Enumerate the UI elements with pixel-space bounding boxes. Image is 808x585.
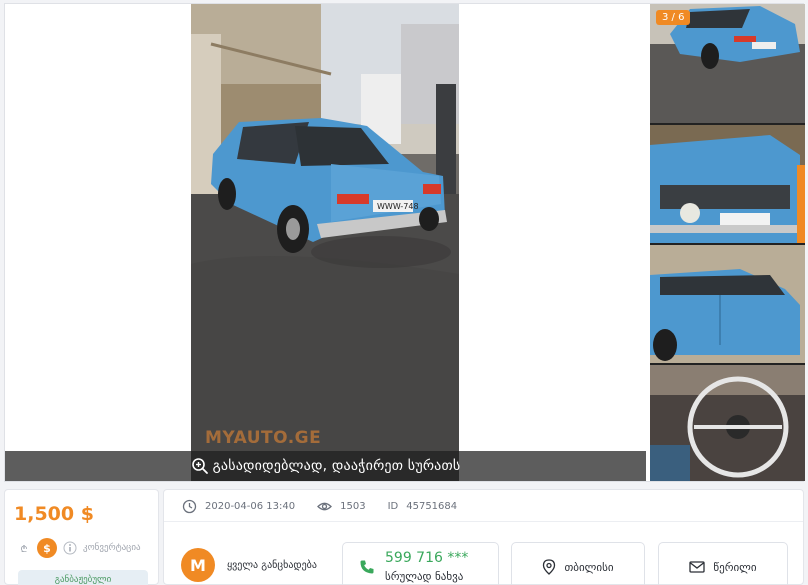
info-icon[interactable]	[63, 541, 77, 555]
meta-id: ID 45751684	[388, 501, 458, 512]
seller-avatar[interactable]: M	[181, 548, 215, 582]
location-button[interactable]: თბილისი	[511, 542, 645, 585]
plate-text: WWW-748	[377, 202, 419, 211]
price-card: 1,500 $ ₾ $ კონვერტაცია განბაჟებული	[4, 489, 159, 585]
show-phone-button[interactable]: 599 716 *** სრულად ნახვა	[342, 542, 499, 585]
meta-id-label: ID	[387, 501, 399, 512]
all-listings-link[interactable]: ყველა განცხადება	[227, 560, 317, 571]
thumbnail-image	[650, 365, 805, 481]
watermark-logo: MYAUTO.GE	[205, 428, 322, 448]
eye-icon	[317, 502, 333, 511]
thumbnail-strip: 3 / 6	[650, 4, 805, 481]
zoom-hint-text: გასადიდებლად, დააჭირეთ სურათს	[212, 458, 461, 474]
phone-icon	[360, 560, 374, 574]
car-photo: WWW-748	[191, 4, 459, 481]
main-photo-image[interactable]: WWW-748 MYAUTO.GE	[191, 4, 459, 481]
thumbnail-3[interactable]	[650, 245, 805, 363]
listing-info-panel: 2020-04-06 13:40 1503 ID 45751684 M ყველ…	[163, 489, 804, 585]
seller-block[interactable]: M ყველა განცხადება	[181, 548, 317, 582]
envelope-icon	[689, 561, 706, 573]
currency-switcher: ₾ $ კონვერტაცია	[17, 538, 141, 558]
clock-icon	[182, 499, 197, 514]
message-button[interactable]: წერილი	[658, 542, 788, 585]
location-pin-icon	[543, 559, 556, 575]
currency-usd-button[interactable]: $	[37, 538, 57, 558]
listing-page: WWW-748 MYAUTO.GE გასადიდებლად, დააჭირეთ…	[0, 0, 808, 585]
thumbnail-4[interactable]	[650, 365, 805, 481]
meta-id-value: 45751684	[406, 501, 458, 512]
zoom-in-icon	[191, 458, 208, 474]
main-photo[interactable]: WWW-748 MYAUTO.GE გასადიდებლად, დააჭირეთ…	[5, 4, 646, 481]
meta-views: 1503	[317, 499, 366, 514]
show-full-label: სრულად ნახვა	[385, 570, 464, 584]
meta-date: 2020-04-06 13:40	[182, 499, 295, 514]
thumbnail-2[interactable]	[650, 125, 805, 243]
thumbnail-scrollbar[interactable]	[797, 165, 805, 243]
phone-number: 599 716 ***	[385, 549, 469, 566]
price-amount: 1,500 $	[14, 503, 94, 525]
meta-views-text: 1503	[340, 501, 366, 512]
meta-date-text: 2020-04-06 13:40	[205, 501, 296, 512]
thumbnail-image	[650, 245, 805, 363]
info-divider	[164, 521, 803, 522]
zoom-hint-bar[interactable]: გასადიდებლად, დააჭირეთ სურათს	[5, 451, 646, 481]
photo-gallery: WWW-748 MYAUTO.GE გასადიდებლად, დააჭირეთ…	[4, 3, 805, 482]
photo-counter: 3 / 6	[656, 10, 691, 25]
thumbnail-1[interactable]: 3 / 6	[650, 4, 805, 123]
message-label: წერილი	[713, 560, 757, 574]
currency-lari-button[interactable]: ₾	[17, 541, 31, 555]
location-label: თბილისი	[564, 560, 614, 574]
thumbnail-image	[650, 125, 805, 243]
listing-meta: 2020-04-06 13:40 1503 ID 45751684	[182, 499, 479, 514]
convert-label: კონვერტაცია	[83, 543, 141, 553]
customs-cleared-badge: განბაჟებული	[18, 570, 148, 585]
